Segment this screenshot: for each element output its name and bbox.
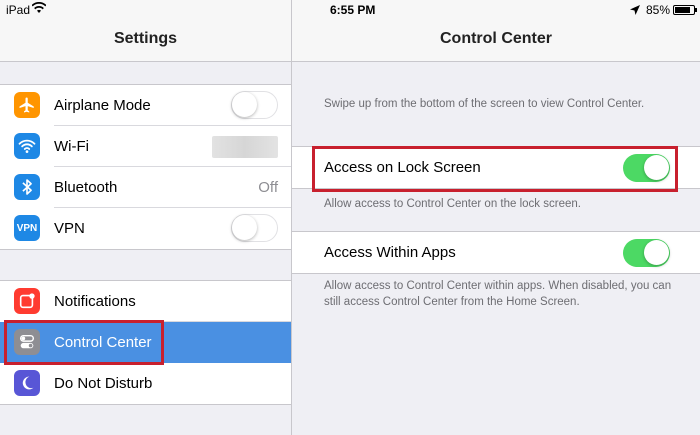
notifications-icon (14, 288, 40, 314)
toggle-knob (232, 215, 257, 240)
bluetooth-status-value: Off (258, 179, 278, 196)
airplane-icon (14, 92, 40, 118)
status-bar: iPad 6:55 PM 85% (0, 0, 700, 20)
intro-text: Swipe up from the bottom of the screen t… (324, 98, 645, 110)
settings-title: Settings (113, 30, 178, 47)
within-apps-group: Access Within Apps (292, 231, 700, 274)
vpn-toggle[interactable] (231, 214, 278, 242)
sidebar-item-label: Notifications (54, 293, 136, 310)
sidebar-item-vpn[interactable]: VPN VPN (0, 208, 291, 249)
sidebar-item-notifications[interactable]: Notifications (0, 281, 291, 322)
toggle-knob (232, 92, 257, 117)
wifi-network-value-blurred (212, 135, 278, 158)
within-apps-footer: Allow access to Control Center within ap… (324, 280, 672, 308)
battery-percentage: 85% (646, 3, 671, 17)
sidebar-item-label: Bluetooth (54, 179, 118, 196)
sidebar-item-do-not-disturb[interactable]: Do Not Disturb (0, 363, 291, 404)
connectivity-group: Airplane Mode Wi-Fi Bluetooth Off VPN VP… (0, 84, 291, 250)
sidebar-item-label: VPN (54, 220, 85, 237)
lock-screen-highlight-box (312, 146, 678, 192)
airplane-mode-toggle[interactable] (231, 91, 278, 119)
toggle-knob (644, 240, 669, 265)
sidebar-item-wifi[interactable]: Wi-Fi (0, 126, 291, 167)
control-center-highlight-box (4, 320, 164, 365)
vpn-icon: VPN (14, 215, 40, 241)
control-center-detail: Control Center Swipe up from the bottom … (292, 0, 700, 435)
device-name: iPad (6, 3, 31, 17)
sidebar-item-bluetooth[interactable]: Bluetooth Off (0, 167, 291, 208)
sidebar-item-label: Airplane Mode (54, 97, 151, 114)
location-arrow-icon (630, 4, 640, 18)
battery-icon (673, 5, 697, 15)
access-within-apps-toggle[interactable] (623, 239, 670, 267)
wifi-icon (14, 133, 40, 159)
settings-sidebar: Settings Airplane Mode Wi-Fi Bluetooth O… (0, 0, 291, 435)
bluetooth-icon (14, 174, 40, 200)
status-time: 6:55 PM (330, 3, 376, 17)
sidebar-item-airplane-mode[interactable]: Airplane Mode (0, 85, 291, 126)
detail-title: Control Center (440, 30, 552, 47)
sidebar-item-label: Do Not Disturb (54, 375, 153, 392)
sidebar-item-label: Wi-Fi (54, 138, 89, 155)
battery-fill (675, 7, 690, 13)
status-wifi-icon (31, 2, 47, 14)
moon-icon (14, 370, 40, 396)
access-within-apps-row[interactable]: Access Within Apps (292, 232, 700, 273)
lock-screen-footer: Allow access to Control Center on the lo… (324, 198, 581, 210)
access-within-apps-label: Access Within Apps (324, 244, 456, 261)
